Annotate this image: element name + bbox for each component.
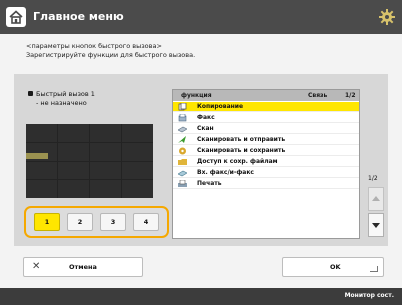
list-item-scan-send[interactable]: Сканировать и отправить [173, 135, 359, 145]
instructions: <параметры кнопок быстрого вызова> Зарег… [26, 42, 195, 59]
gear-icon[interactable] [378, 8, 396, 26]
instructions-line-2: Зарегистрируйте функции для быстрого выз… [26, 50, 196, 59]
list-item-scan-save[interactable]: Сканировать и сохранить [173, 146, 359, 156]
status-monitor-button[interactable]: Монитор сост. [345, 292, 394, 299]
button-preview [26, 124, 153, 198]
home-button[interactable] [6, 7, 26, 27]
list-header-name: функция [181, 92, 212, 99]
home-icon [9, 10, 23, 24]
list-item-label: Скан [197, 125, 214, 132]
number-button-3[interactable]: 3 [100, 213, 126, 231]
scroll-down-button[interactable] [368, 213, 384, 237]
quick-access-title: Быстрый вызов 1 [36, 90, 95, 98]
quick-access-label: Быстрый вызов 1 - не назначено [28, 90, 95, 108]
list-header: функция Связь 1/2 [173, 90, 359, 101]
main-menu-screen: Главное меню <параметры кнопок быстрого … [0, 0, 402, 305]
quick-access-status: - не назначено [36, 99, 87, 107]
list-item-print[interactable]: Печать [173, 179, 359, 189]
scroll-up-button[interactable] [368, 187, 384, 211]
list-item-label: Копирование [197, 103, 244, 110]
page-title: Главное меню [33, 10, 124, 23]
ok-label: OK [330, 263, 341, 271]
list-item-label: Доступ к сохр. файлам [197, 158, 278, 165]
page-indicator: 1/2 [368, 175, 378, 182]
number-button-2[interactable]: 2 [67, 213, 93, 231]
list-item-inbox[interactable]: Вх. факс/и-факс [173, 168, 359, 178]
list-item-label: Сканировать и отправить [197, 136, 286, 143]
folder-icon [178, 159, 187, 165]
settings-panel: Быстрый вызов 1 - не назначено 1 2 3 4 ф… [14, 74, 388, 246]
function-list: функция Связь 1/2 Копирование Факс Скан … [172, 89, 360, 239]
list-item-fax[interactable]: Факс [173, 113, 359, 123]
ok-button[interactable]: OK [282, 257, 384, 277]
list-item-label: Вх. факс/и-факс [197, 169, 254, 176]
list-item-stored-files[interactable]: Доступ к сохр. файлам [173, 157, 359, 167]
quick-access-number-group: 1 2 3 4 [24, 206, 169, 238]
cancel-label: Отмена [69, 263, 97, 271]
preview-highlight [26, 153, 48, 159]
copy-icon [178, 103, 187, 111]
number-button-4[interactable]: 4 [133, 213, 159, 231]
number-button-1[interactable]: 1 [34, 213, 60, 231]
list-header-col2: Связь [308, 92, 328, 99]
list-item-label: Факс [197, 114, 215, 121]
print-icon [178, 180, 187, 187]
arrow-down-icon [372, 223, 380, 228]
list-item-copy[interactable]: Копирование [173, 102, 359, 112]
status-bar: Монитор сост. [0, 288, 402, 305]
close-icon: ✕ [32, 261, 41, 272]
list-item-label: Сканировать и сохранить [197, 147, 286, 154]
instructions-line-1: <параметры кнопок быстрого вызова> [26, 42, 162, 50]
scan-icon [178, 126, 187, 133]
fax-icon [178, 114, 187, 122]
list-item-label: Печать [197, 180, 222, 187]
arrow-up-icon [372, 196, 380, 201]
send-icon [178, 136, 186, 143]
save-icon [179, 147, 186, 155]
header-bar: Главное меню [0, 0, 402, 34]
inbox-icon [178, 170, 187, 177]
enter-icon [370, 266, 378, 272]
cancel-button[interactable]: ✕ Отмена [23, 257, 143, 277]
bullet-icon [28, 91, 33, 96]
list-item-scan[interactable]: Скан [173, 124, 359, 134]
list-header-col3: 1/2 [345, 92, 356, 99]
